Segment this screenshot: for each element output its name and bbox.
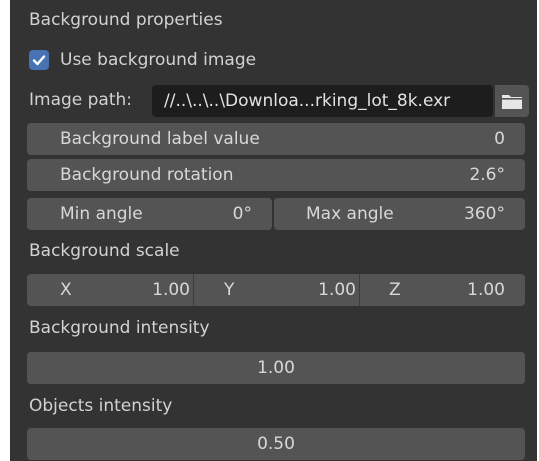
objects-intensity-slider[interactable]: 0.50 [27,428,525,460]
background-rotation-label: Background rotation [60,165,234,185]
background-scale-vector: X 1.00 Y 1.00 Z 1.00 [27,274,525,306]
use-background-label[interactable]: Use background image [60,50,256,70]
check-icon [32,55,46,66]
image-path-value: //..\..\..\Downloa...rking_lot_8k.exr [164,91,451,111]
folder-icon [502,95,522,109]
background-rotation-value: 2.6° [469,165,505,185]
max-angle-label: Max angle [306,204,394,224]
objects-intensity-title: Objects intensity [29,396,173,416]
section-title: Background properties [29,10,223,30]
scale-y-label: Y [224,280,235,300]
objects-intensity-value: 0.50 [257,434,295,454]
browse-folder-button[interactable] [495,85,529,117]
max-angle-field[interactable]: Max angle 360° [274,198,525,230]
background-label-value-value: 0 [494,129,505,149]
background-intensity-title: Background intensity [29,318,210,338]
image-path-field[interactable]: //..\..\..\Downloa...rking_lot_8k.exr [152,85,493,117]
scale-z-label: Z [389,280,401,300]
background-label-value-label: Background label value [60,129,260,149]
background-intensity-value: 1.00 [257,358,295,378]
scale-z-value: 1.00 [467,280,505,300]
min-angle-value: 0° [232,204,252,224]
background-label-value-field[interactable]: Background label value 0 [27,123,525,155]
min-angle-label: Min angle [60,204,143,224]
scale-y-value: 1.00 [318,280,356,300]
use-background-checkbox[interactable] [29,50,49,70]
background-rotation-field[interactable]: Background rotation 2.6° [27,159,525,191]
properties-panel: Background properties Use background ima… [10,0,537,461]
background-intensity-slider[interactable]: 1.00 [27,352,525,384]
background-scale-title: Background scale [29,241,180,261]
image-path-label: Image path: [29,90,133,110]
min-angle-field[interactable]: Min angle 0° [27,198,272,230]
scale-y-field[interactable]: Y 1.00 [194,274,358,306]
scale-x-field[interactable]: X 1.00 [27,274,192,306]
max-angle-value: 360° [464,204,505,224]
scale-z-field[interactable]: Z 1.00 [360,274,525,306]
scale-x-label: X [60,280,72,300]
scale-x-value: 1.00 [152,280,190,300]
